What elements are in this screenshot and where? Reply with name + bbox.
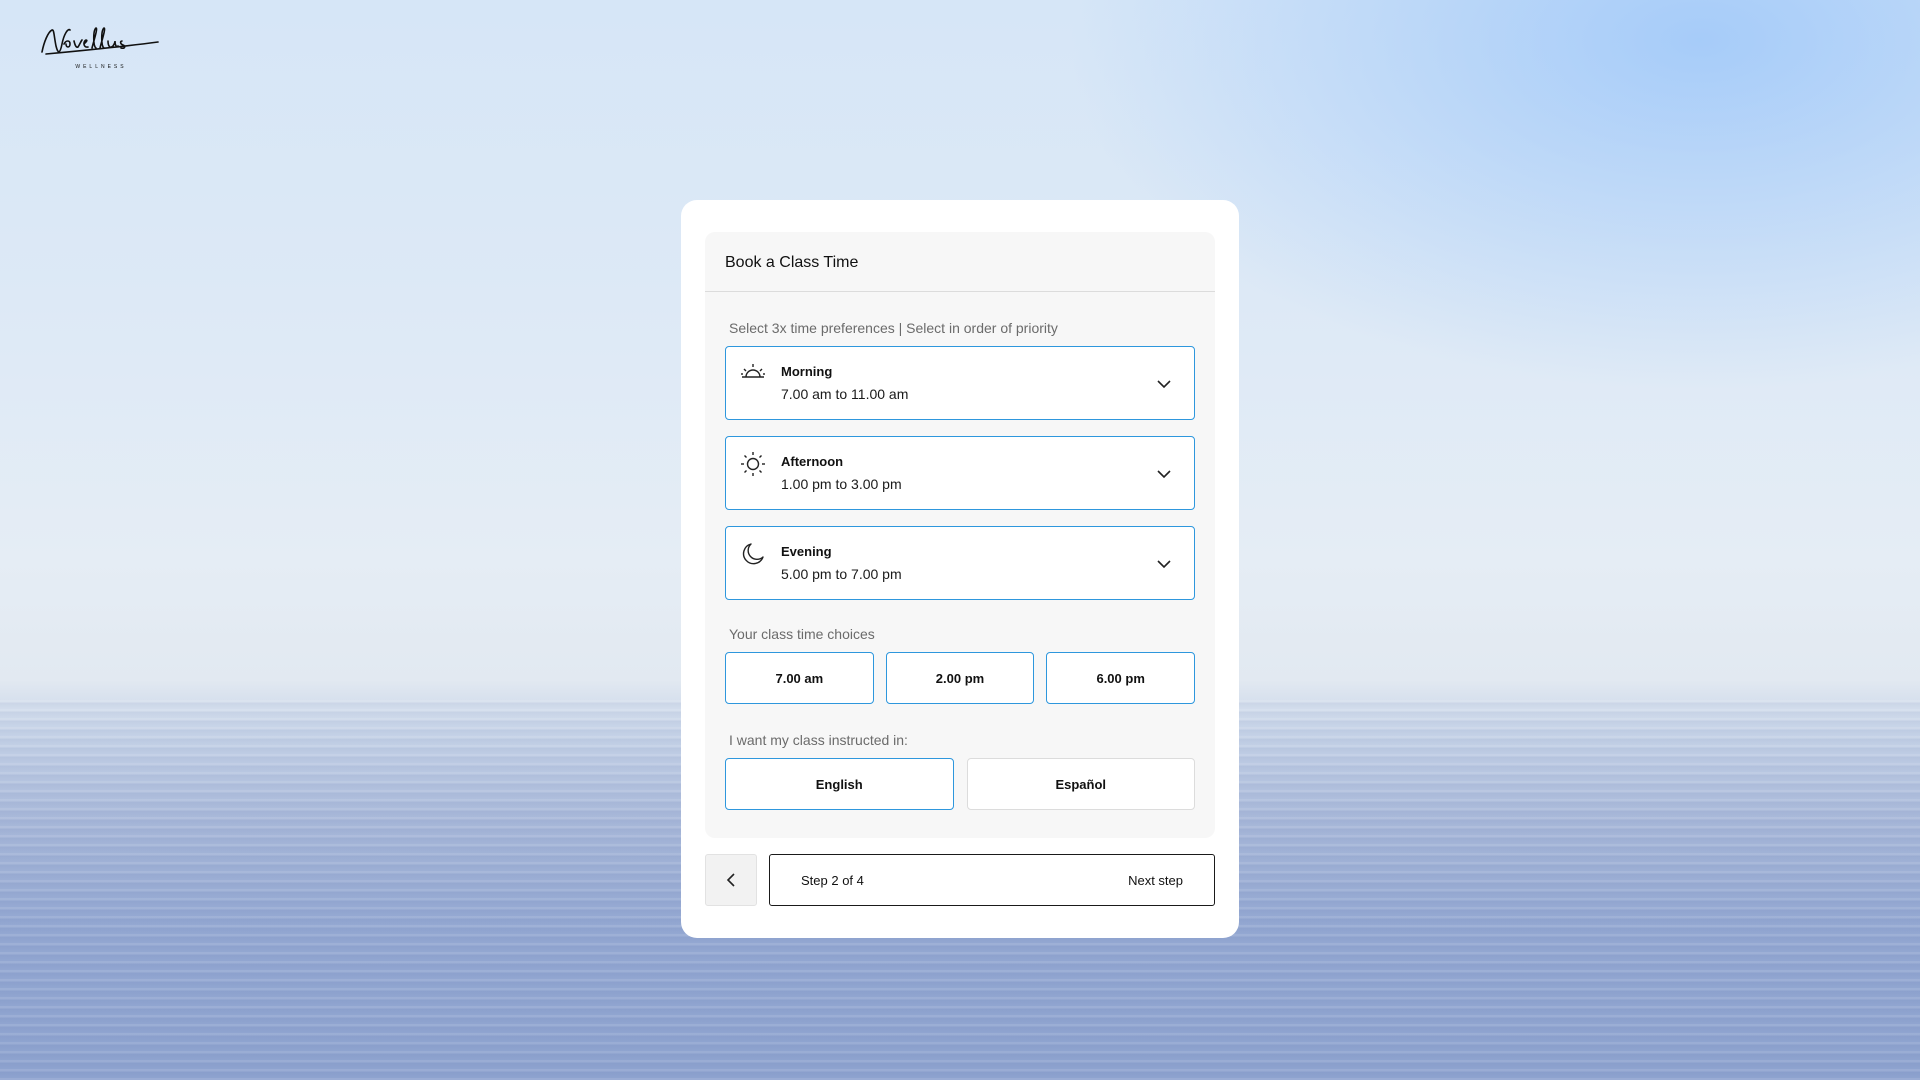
sun-icon — [741, 452, 765, 476]
moon-icon — [742, 543, 764, 565]
preferences-label: Select 3x time preferences | Select in o… — [729, 320, 1058, 336]
next-step-button[interactable]: Step 2 of 4 Next step — [769, 854, 1215, 906]
back-button[interactable] — [705, 854, 757, 906]
chevron-down-icon[interactable] — [1156, 376, 1172, 392]
time-choice-2[interactable]: 2.00 pm — [885, 652, 1035, 704]
language-label: I want my class instructed in: — [729, 732, 908, 748]
panel-title: Book a Class Time — [705, 232, 1215, 292]
slot-morning[interactable]: Morning 7.00 am to 11.00 am — [725, 346, 1195, 420]
slot-evening[interactable]: Evening 5.00 pm to 7.00 pm — [725, 526, 1195, 600]
chevron-down-icon[interactable] — [1156, 556, 1172, 572]
next-step-label: Next step — [1128, 873, 1183, 888]
slot-name: Afternoon — [781, 454, 844, 469]
time-choice-3[interactable]: 6.00 pm — [1046, 652, 1196, 704]
slot-name: Evening — [781, 544, 832, 559]
language-espanol-button[interactable]: Español — [966, 758, 1195, 810]
booking-card: Book a Class Time Select 3x time prefere… — [681, 200, 1239, 938]
choices-label: Your class time choices — [729, 626, 875, 642]
step-indicator: Step 2 of 4 — [801, 873, 864, 888]
brand-logo: WELLNESS — [38, 24, 162, 70]
booking-panel: Book a Class Time Select 3x time prefere… — [705, 232, 1215, 838]
slot-name: Morning — [781, 364, 833, 379]
slot-afternoon[interactable]: Afternoon 1.00 pm to 3.00 pm — [725, 436, 1195, 510]
logo-signature-icon — [41, 27, 159, 55]
language-options: English Español — [725, 758, 1195, 810]
slot-time: 7.00 am to 11.00 am — [781, 386, 909, 402]
language-english-button[interactable]: English — [725, 758, 954, 810]
logo-subtext: WELLNESS — [75, 64, 127, 70]
time-choices: 7.00 am 2.00 pm 6.00 pm — [725, 652, 1196, 704]
time-choice-1[interactable]: 7.00 am — [725, 652, 874, 704]
chevron-left-icon — [726, 873, 735, 887]
slot-time: 5.00 pm to 7.00 pm — [781, 566, 902, 582]
chevron-down-icon[interactable] — [1156, 466, 1172, 482]
slot-time: 1.00 pm to 3.00 pm — [781, 476, 902, 492]
sunrise-icon — [741, 364, 765, 378]
